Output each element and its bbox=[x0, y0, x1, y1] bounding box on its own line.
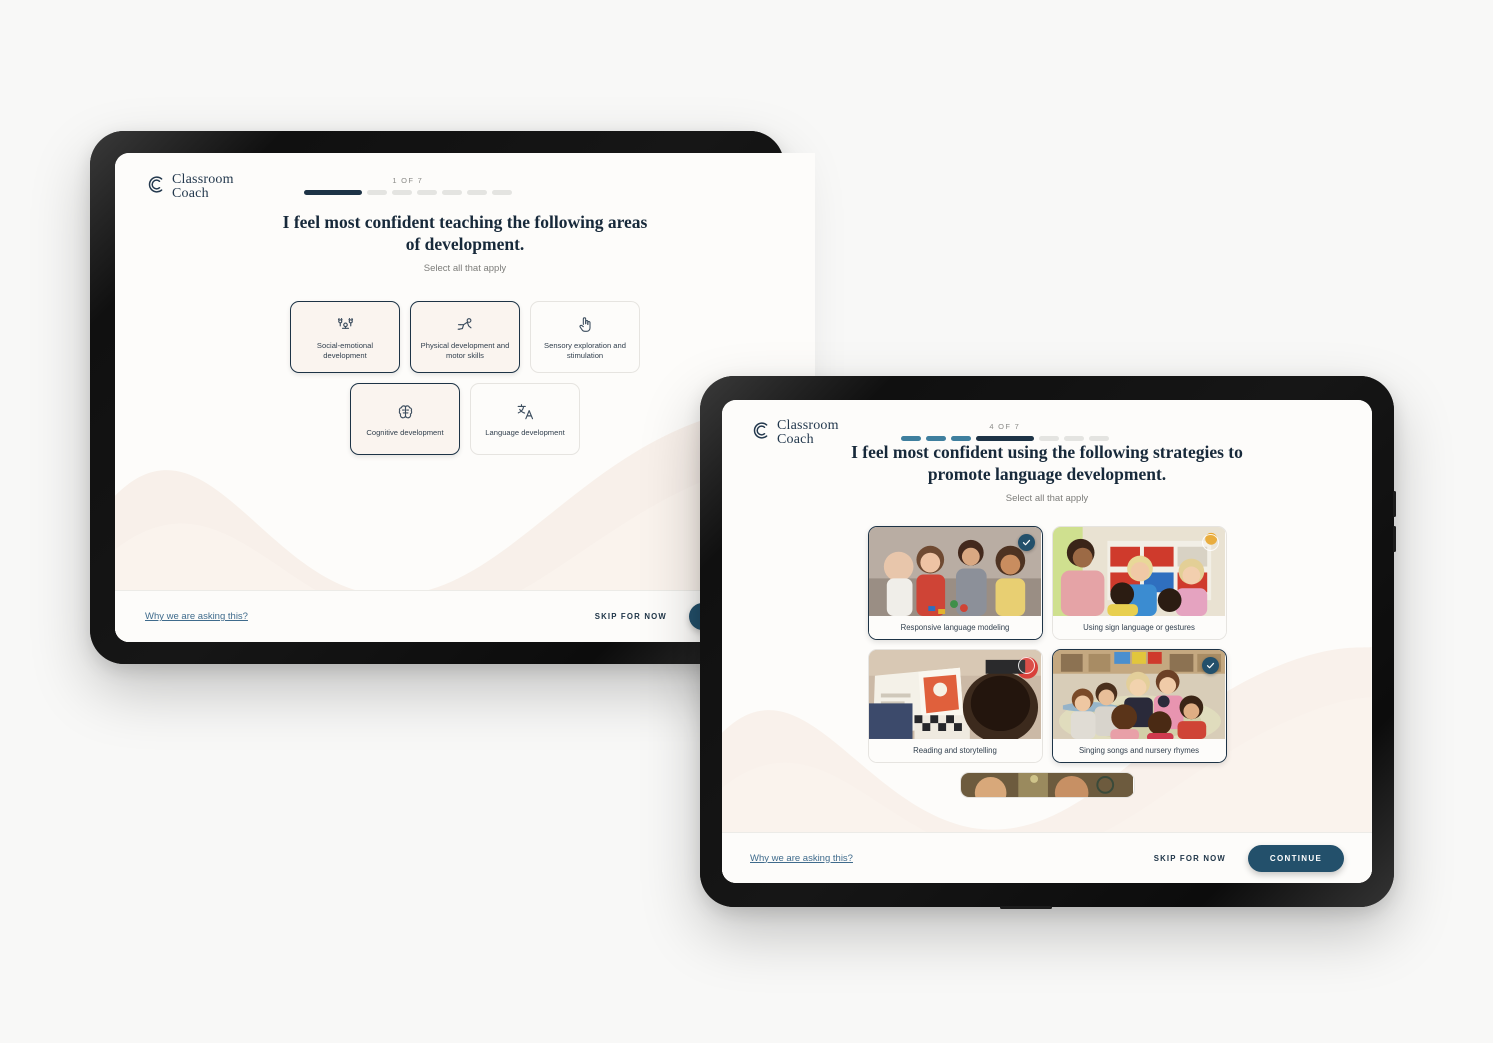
progress-segment-5 bbox=[441, 190, 462, 195]
card-unselected-circle-icon bbox=[1201, 533, 1219, 551]
c-monogram-icon bbox=[145, 174, 166, 200]
progress-segment-4 bbox=[975, 436, 1034, 441]
strategy-card-using-sign-language-or-gestures[interactable]: Using sign language or gestures bbox=[1051, 525, 1227, 640]
card-unselected-circle-icon bbox=[1017, 656, 1035, 674]
card-photo bbox=[868, 649, 1042, 740]
option-cognitive-development[interactable]: Cognitive development bbox=[350, 382, 460, 455]
progress-segments bbox=[303, 190, 512, 195]
progress-segment-2 bbox=[925, 436, 946, 441]
screenshot-stage: Classroom Coach 1 OF 7 I feel most confi… bbox=[0, 0, 1493, 1043]
progress-segments bbox=[900, 436, 1109, 441]
skip-for-now-button[interactable]: SKIP FOR NOW bbox=[1154, 854, 1226, 863]
footer-bar: Why we are asking this? SKIP FOR NOW CON… bbox=[722, 832, 1372, 883]
why-asking-link[interactable]: Why we are asking this? bbox=[145, 611, 248, 622]
options-group: Social-emotional development Physical de… bbox=[275, 300, 655, 455]
tablet-device-left: Classroom Coach 1 OF 7 I feel most confi… bbox=[90, 131, 815, 664]
card-label: Singing songs and nursery rhymes bbox=[1052, 739, 1226, 762]
page-title: I feel most confident teaching the follo… bbox=[282, 212, 648, 255]
skip-for-now-button[interactable]: SKIP FOR NOW bbox=[595, 612, 667, 621]
crawling-baby-icon bbox=[454, 312, 476, 336]
progress-segment-3 bbox=[950, 436, 971, 441]
brand-name: Classroom Coach bbox=[172, 173, 234, 201]
option-label: Sensory exploration and stimulation bbox=[544, 341, 626, 361]
page-subtitle: Select all that apply bbox=[423, 262, 507, 274]
continue-button[interactable]: CONTINUE bbox=[1248, 844, 1344, 872]
card-selected-check-icon bbox=[1017, 533, 1035, 551]
tablet-screen-right: Classroom Coach 4 OF 7 I feel most confi… bbox=[722, 400, 1372, 883]
option-physical-development-motor-skills[interactable]: Physical development and motor skills bbox=[410, 300, 520, 373]
tablet-device-right: Classroom Coach 4 OF 7 I feel most confi… bbox=[700, 376, 1396, 909]
strategy-card-responsive-language-modeling[interactable]: Responsive language modeling bbox=[867, 525, 1043, 640]
progress-label: 4 OF 7 bbox=[989, 422, 1021, 431]
progress-segment-6 bbox=[466, 190, 487, 195]
progress-indicator: 4 OF 7 bbox=[900, 422, 1109, 441]
brand-line-1: Classroom bbox=[777, 418, 839, 433]
progress-segment-4 bbox=[416, 190, 437, 195]
progress-segment-2 bbox=[366, 190, 387, 195]
page-subtitle: Select all that apply bbox=[1005, 492, 1089, 504]
translate-icon bbox=[515, 399, 536, 423]
brand-logo[interactable]: Classroom Coach bbox=[145, 173, 234, 201]
progress-segment-7 bbox=[491, 190, 512, 195]
option-label: Cognitive development bbox=[366, 428, 444, 438]
onboarding-page-step4: Classroom Coach 4 OF 7 I feel most confi… bbox=[722, 400, 1372, 883]
brand-line-1: Classroom bbox=[172, 172, 234, 187]
power-button[interactable] bbox=[1000, 906, 1052, 909]
strategy-card-reading-and-storytelling[interactable]: Reading and storytelling bbox=[867, 648, 1043, 763]
card-label: Using sign language or gestures bbox=[1052, 616, 1226, 639]
volume-down-button[interactable] bbox=[1393, 526, 1396, 552]
option-language-development[interactable]: Language development bbox=[470, 382, 580, 455]
progress-segment-1 bbox=[303, 190, 362, 195]
brand-logo[interactable]: Classroom Coach bbox=[750, 419, 839, 447]
touch-hand-icon bbox=[575, 312, 595, 336]
progress-segment-5 bbox=[1038, 436, 1059, 441]
card-photo bbox=[1052, 526, 1226, 617]
why-asking-link[interactable]: Why we are asking this? bbox=[750, 853, 853, 864]
option-sensory-exploration-stimulation[interactable]: Sensory exploration and stimulation bbox=[530, 300, 640, 373]
strategy-cards-group: Responsive language modeling Using sign … bbox=[867, 525, 1227, 798]
strategy-card-partial-next[interactable] bbox=[959, 771, 1135, 798]
card-photo bbox=[1052, 649, 1226, 740]
brand-line-2: Coach bbox=[172, 186, 209, 201]
brain-icon bbox=[395, 399, 416, 423]
card-label: Responsive language modeling bbox=[868, 616, 1042, 639]
progress-segment-6 bbox=[1063, 436, 1084, 441]
progress-segment-1 bbox=[900, 436, 921, 441]
volume-up-button[interactable] bbox=[1393, 491, 1396, 517]
c-monogram-icon bbox=[750, 420, 771, 446]
option-social-emotional-development[interactable]: Social-emotional development bbox=[290, 300, 400, 373]
strategy-card-singing-songs-and-nursery-rhymes[interactable]: Singing songs and nursery rhymes bbox=[1051, 648, 1227, 763]
progress-indicator: 1 OF 7 bbox=[303, 176, 512, 195]
option-label: Language development bbox=[485, 428, 565, 438]
card-photo bbox=[868, 526, 1042, 617]
card-selected-check-icon bbox=[1201, 656, 1219, 674]
progress-segment-3 bbox=[391, 190, 412, 195]
card-photo bbox=[960, 772, 1134, 797]
brand-line-2: Coach bbox=[777, 432, 814, 447]
progress-label: 1 OF 7 bbox=[392, 176, 424, 185]
page-title: I feel most confident using the followin… bbox=[851, 442, 1243, 485]
brand-name: Classroom Coach bbox=[777, 419, 839, 447]
option-label: Social-emotional development bbox=[316, 341, 374, 361]
header-bar: Classroom Coach 4 OF 7 bbox=[722, 400, 1372, 447]
people-group-icon bbox=[335, 312, 356, 336]
card-label: Reading and storytelling bbox=[868, 739, 1042, 762]
progress-segment-7 bbox=[1088, 436, 1109, 441]
option-label: Physical development and motor skills bbox=[420, 341, 510, 361]
header-bar: Classroom Coach 1 OF 7 bbox=[115, 153, 815, 201]
